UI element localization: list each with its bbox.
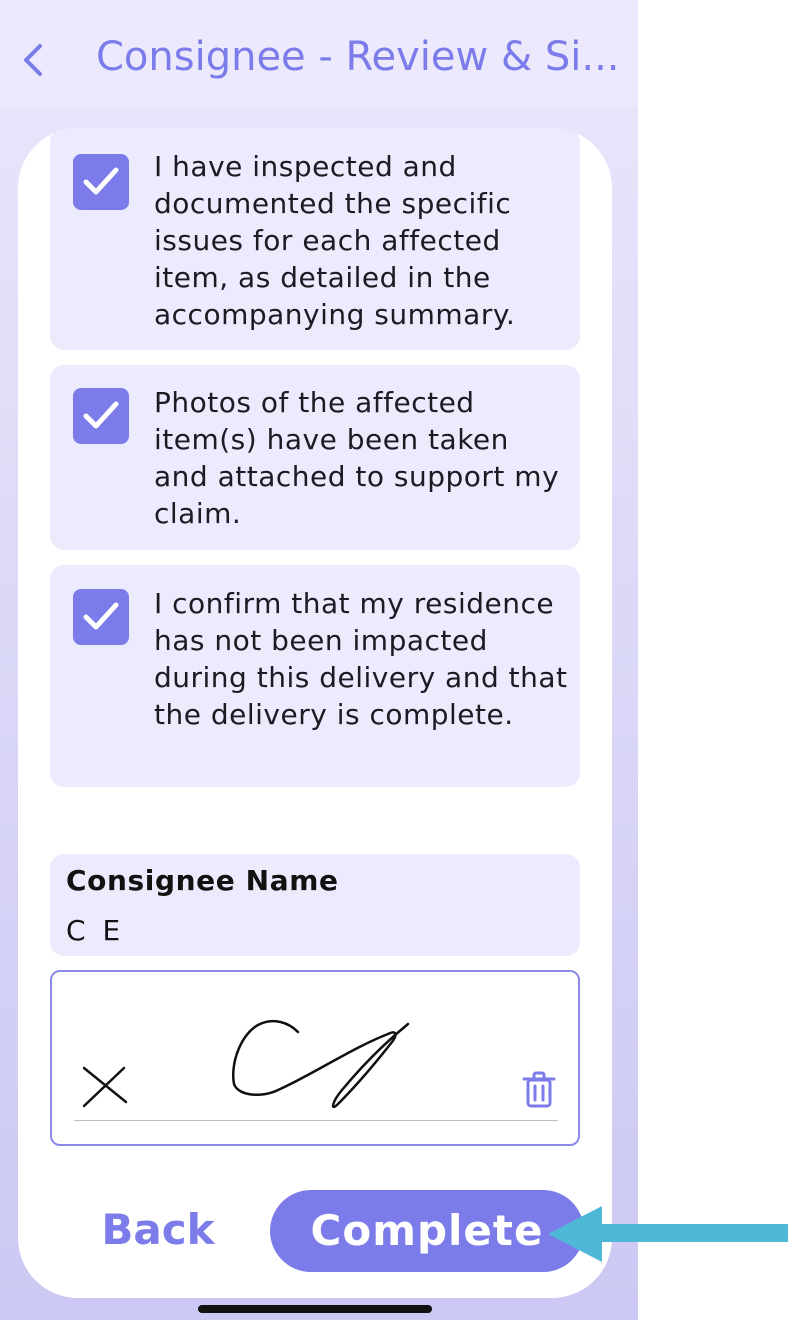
checkmark-icon	[83, 602, 119, 630]
trash-icon[interactable]	[522, 1070, 556, 1110]
annotation-arrow-icon	[548, 1206, 788, 1262]
review-card: I have inspected and documented the spec…	[18, 128, 612, 1298]
consignee-name-label: Consignee Name	[66, 864, 339, 897]
back-button[interactable]: Back	[88, 1190, 228, 1270]
checklist-item-photos[interactable]: Photos of the affected item(s) have been…	[50, 365, 580, 550]
checklist-item-text: I confirm that my residence has not been…	[154, 587, 568, 731]
checkbox-inspected[interactable]	[73, 154, 129, 210]
checklist-item-inspected[interactable]: I have inspected and documented the spec…	[50, 128, 580, 350]
signature-drawing	[82, 1020, 410, 1109]
page-title: Consignee - Review & Si...	[96, 34, 616, 80]
checklist-item-residence[interactable]: I confirm that my residence has not been…	[50, 565, 580, 787]
consignee-name-value: C E	[66, 914, 125, 947]
complete-button[interactable]: Complete	[270, 1190, 584, 1272]
phone-screen: Consignee - Review & Si... I have inspec…	[0, 0, 638, 1320]
home-indicator	[198, 1305, 432, 1313]
app-header: Consignee - Review & Si...	[0, 0, 638, 108]
checkbox-photos[interactable]	[73, 388, 129, 444]
checklist-item-text: Photos of the affected item(s) have been…	[154, 386, 560, 530]
signature-baseline	[74, 1120, 558, 1121]
checkmark-icon	[83, 167, 119, 195]
checkmark-icon	[83, 401, 119, 429]
checkbox-residence[interactable]	[73, 589, 129, 645]
chevron-left-icon[interactable]	[18, 40, 54, 80]
checklist-item-text: I have inspected and documented the spec…	[154, 150, 516, 331]
consignee-name-field[interactable]: Consignee Name C E	[50, 854, 580, 956]
signature-pad[interactable]	[50, 970, 580, 1146]
